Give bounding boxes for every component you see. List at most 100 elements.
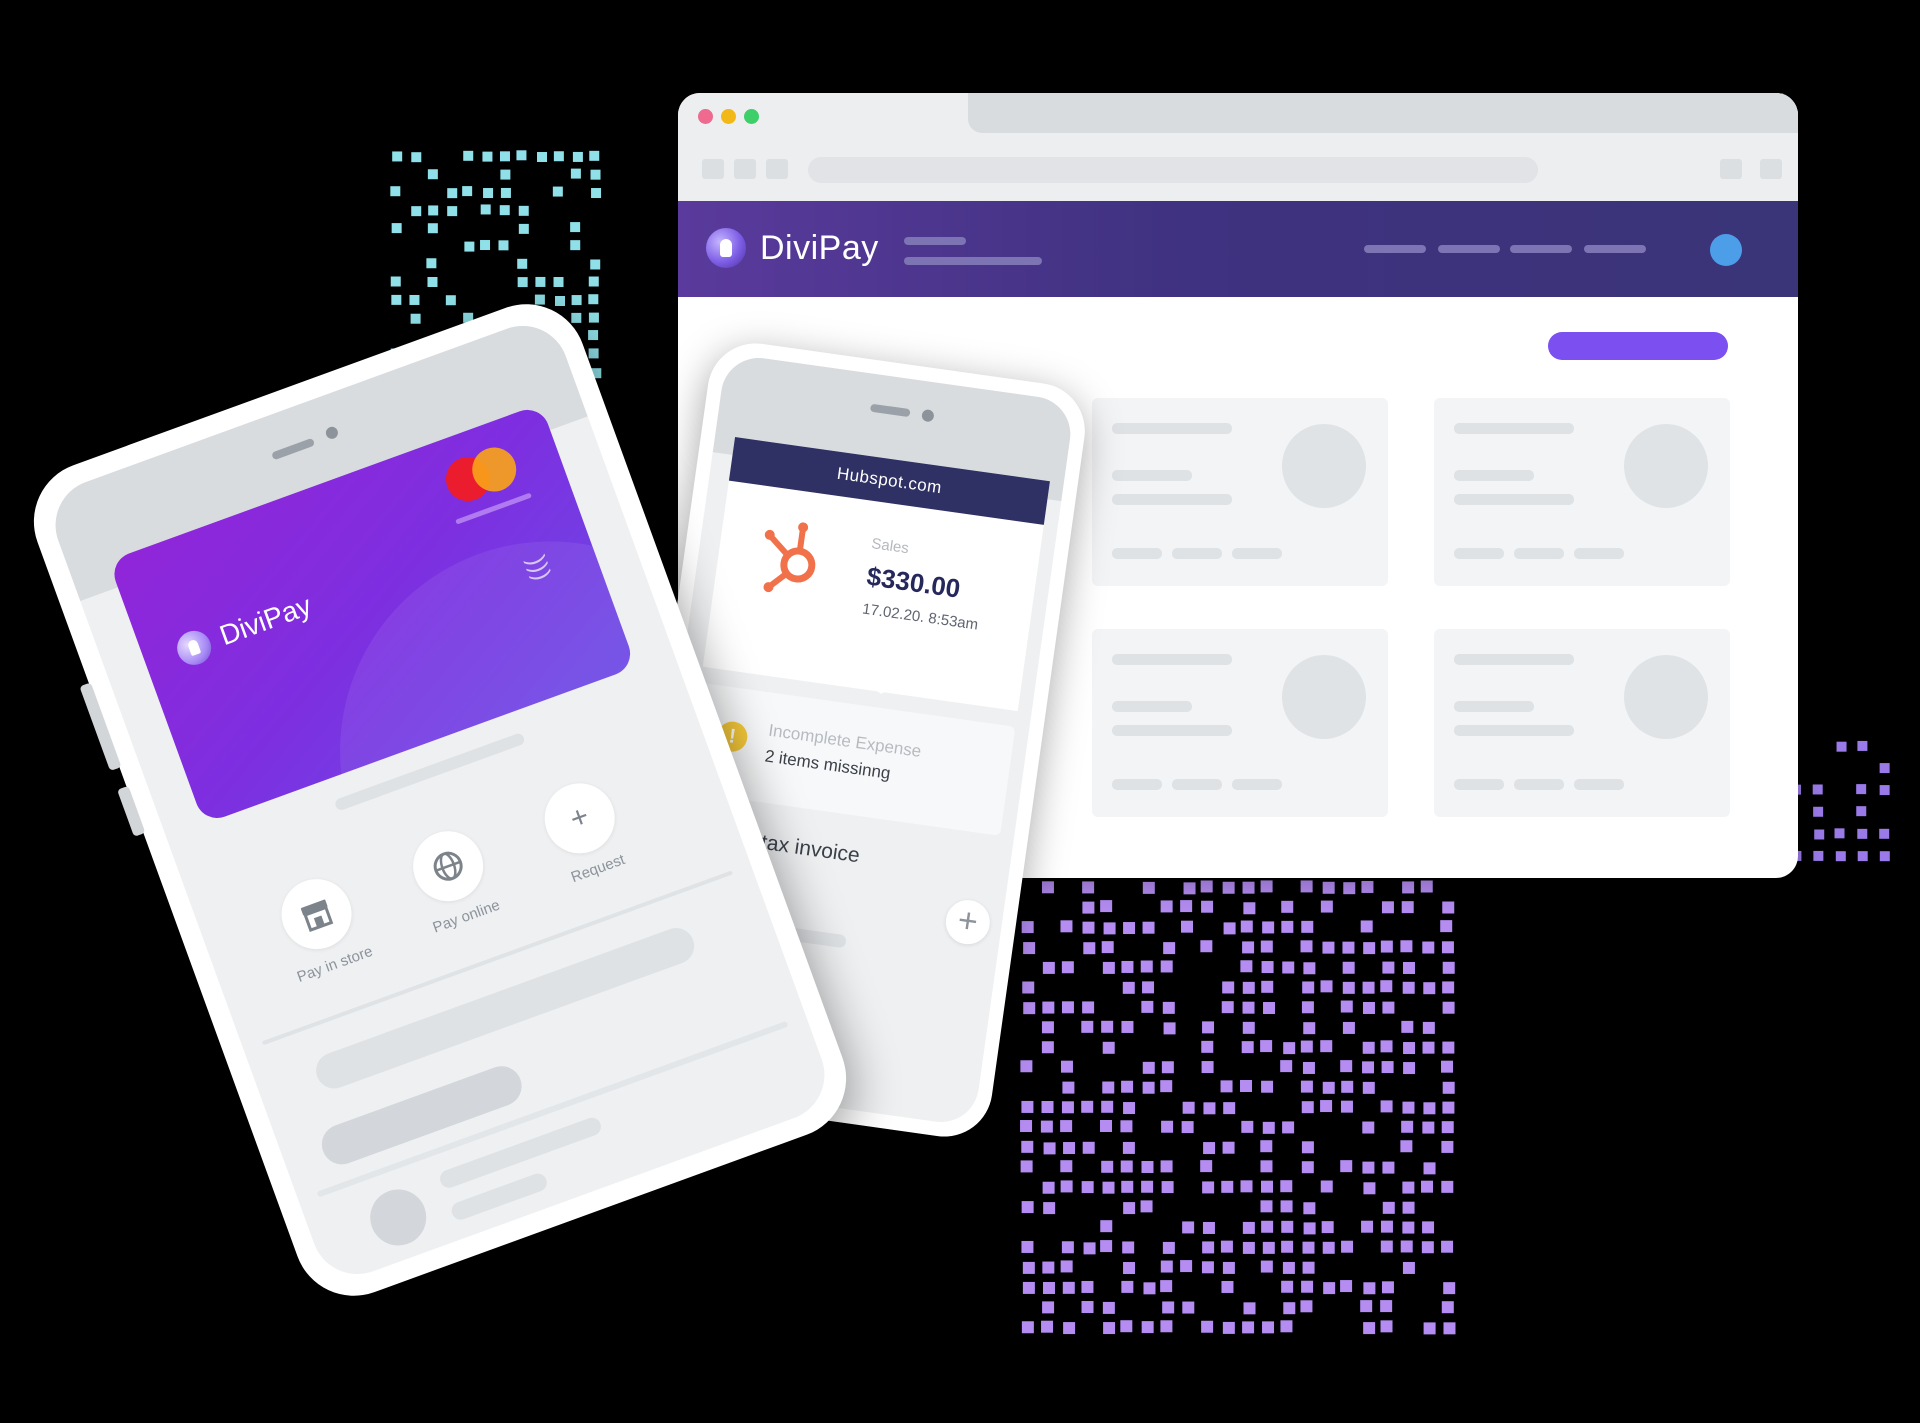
decorative-dot <box>1063 1322 1076 1335</box>
decorative-dot <box>1220 1240 1233 1253</box>
decorative-dot <box>1101 1020 1114 1033</box>
decorative-dot <box>588 294 599 305</box>
decorative-dot <box>1260 1260 1273 1273</box>
maximize-window-button[interactable] <box>744 109 759 124</box>
decorative-dot <box>1142 881 1155 894</box>
decorative-dot <box>1160 1080 1173 1093</box>
dashboard-card[interactable] <box>1092 629 1388 817</box>
avatar[interactable] <box>1710 234 1742 266</box>
decorative-dot <box>1303 962 1316 975</box>
primary-action-button[interactable] <box>1548 332 1728 360</box>
decorative-dot <box>518 223 529 234</box>
browser-menu-button[interactable] <box>1760 159 1782 179</box>
decorative-dot <box>428 205 439 216</box>
decorative-dot <box>1242 1021 1255 1034</box>
nav-link[interactable] <box>1584 245 1646 253</box>
address-bar[interactable] <box>808 157 1538 183</box>
decorative-dot <box>1221 1280 1234 1293</box>
minimize-window-button[interactable] <box>721 109 736 124</box>
decorative-dot <box>1441 1180 1454 1193</box>
pay-in-store-button[interactable] <box>271 869 362 959</box>
decorative-dot <box>1440 920 1453 933</box>
decorative-dot <box>1382 1201 1395 1214</box>
decorative-dot <box>1180 1260 1193 1273</box>
close-window-button[interactable] <box>698 109 713 124</box>
decorative-dot <box>1082 921 1095 934</box>
decorative-dot <box>1300 1080 1313 1093</box>
decorative-dot <box>1380 1100 1393 1113</box>
store-icon <box>300 899 334 932</box>
nav-link[interactable] <box>1510 245 1572 253</box>
decorative-dot <box>1202 1181 1215 1194</box>
decorative-dot <box>1813 806 1824 817</box>
decorative-dot <box>1083 942 1096 955</box>
decorative-dot <box>390 186 401 197</box>
nav-link[interactable] <box>1438 245 1500 253</box>
decorative-dot <box>552 186 563 197</box>
upload-plus-button[interactable]: + <box>942 897 993 948</box>
decorative-dot <box>1020 1120 1033 1133</box>
decorative-dot <box>1280 1180 1293 1193</box>
decorative-dot <box>1121 1020 1134 1033</box>
decorative-dot <box>1403 1042 1416 1055</box>
decorative-dot <box>1380 1300 1393 1313</box>
decorative-dot <box>1141 1160 1154 1173</box>
transaction-receipt[interactable]: Hubspot.com Sales $330.00 17.02.20. 8:53… <box>702 437 1050 712</box>
reload-button[interactable] <box>766 159 788 179</box>
decorative-dot <box>1022 981 1035 994</box>
dashboard-card[interactable] <box>1434 629 1730 817</box>
decorative-dot <box>1441 1121 1454 1134</box>
decorative-dot <box>1857 828 1868 839</box>
decorative-dot <box>1879 785 1890 796</box>
pay-online-button[interactable] <box>403 821 493 912</box>
decorative-dot <box>1160 1160 1173 1173</box>
decorative-dot <box>1342 961 1355 974</box>
decorative-dot <box>1380 1040 1393 1053</box>
decorative-dot <box>1382 1001 1395 1014</box>
decorative-dot <box>1123 922 1136 935</box>
decorative-dot <box>1103 1322 1116 1335</box>
decorative-dot <box>1441 941 1454 954</box>
decorative-dot <box>1241 1041 1254 1054</box>
request-button[interactable]: + <box>534 773 625 864</box>
decorative-dot <box>1101 1100 1114 1113</box>
dashboard-card[interactable] <box>1434 398 1730 586</box>
decorative-dot <box>1022 1261 1035 1274</box>
back-button[interactable] <box>702 159 724 179</box>
decorative-dot <box>1400 1240 1413 1253</box>
decorative-dot <box>1182 1101 1195 1114</box>
avatar <box>362 1181 435 1254</box>
card-brand: DiviPay <box>215 589 316 652</box>
decorative-dot <box>1060 1260 1073 1273</box>
decorative-dot <box>1100 900 1113 913</box>
decorative-dot <box>1341 1080 1354 1093</box>
decorative-dot <box>553 277 564 288</box>
decorative-dot <box>1243 902 1256 915</box>
decorative-dot <box>390 276 401 287</box>
decorative-dot <box>1200 1160 1213 1173</box>
decorative-dot <box>1441 1301 1454 1314</box>
decorative-dot <box>1222 881 1235 894</box>
decorative-dot <box>1221 1180 1234 1193</box>
nav-link[interactable] <box>1364 245 1426 253</box>
decorative-dot <box>1222 1141 1235 1154</box>
decorative-dot <box>1023 942 1036 955</box>
decorative-dot <box>1442 1041 1455 1054</box>
decorative-dot <box>1813 850 1824 861</box>
browser-extension-button[interactable] <box>1720 159 1742 179</box>
decorative-dot <box>1040 1120 1053 1133</box>
decorative-dot <box>1222 981 1235 994</box>
decorative-dot <box>1381 1281 1394 1294</box>
forward-button[interactable] <box>734 159 756 179</box>
decorative-dot <box>1041 1021 1054 1034</box>
decorative-dot <box>1042 1181 1055 1194</box>
decorative-dot <box>517 258 528 269</box>
decorative-dot <box>1302 1061 1315 1074</box>
decorative-dot <box>588 330 599 341</box>
dashboard-card[interactable] <box>1092 398 1388 586</box>
divipay-logo-icon[interactable] <box>706 228 746 268</box>
decorative-dot <box>409 294 420 305</box>
decorative-dot <box>1402 961 1415 974</box>
decorative-dot <box>1122 1141 1135 1154</box>
decorative-dot <box>1060 1160 1073 1173</box>
